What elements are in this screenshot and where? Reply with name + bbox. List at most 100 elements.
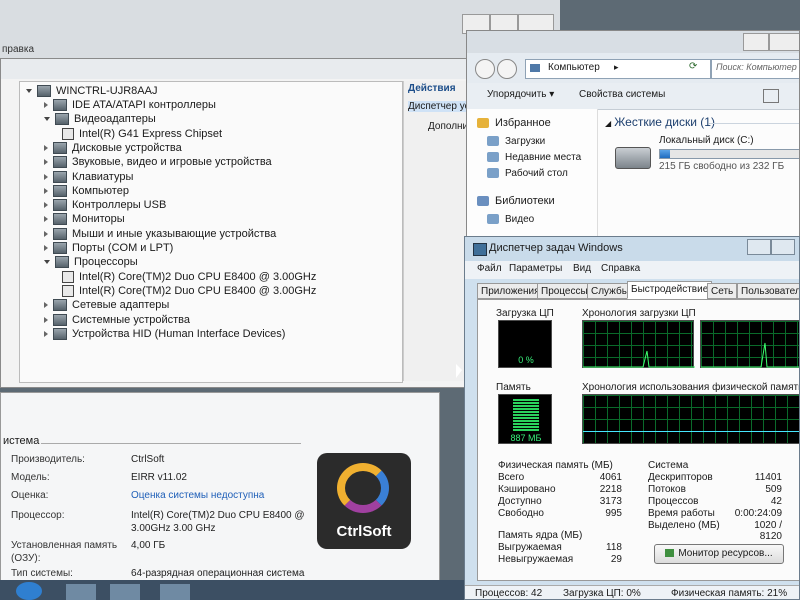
device-icon (55, 256, 69, 269)
tree-root[interactable]: WINCTRL-UJR8AAJ (26, 84, 157, 98)
expand-icon[interactable] (44, 173, 48, 180)
tab-processes[interactable]: Процессы (537, 283, 592, 299)
tab-services[interactable]: Службы (587, 283, 633, 299)
organize-button[interactable]: Упорядочить ▾ (487, 89, 554, 100)
assessment-link[interactable]: Оценка системы недоступна (131, 489, 307, 502)
memory-history-label: Хронология использования физической памя… (582, 382, 800, 393)
hard-drive-icon (615, 147, 651, 169)
system-row-label: Тип системы: (11, 568, 73, 579)
close-button[interactable] (769, 33, 799, 51)
system-properties-button[interactable]: Свойства системы (579, 89, 665, 100)
back-button[interactable] (475, 59, 495, 79)
collapse-icon[interactable] (44, 117, 50, 122)
forward-button[interactable] (497, 59, 517, 79)
search-input[interactable]: Поиск: Компьютер (711, 59, 799, 79)
expand-icon[interactable] (44, 216, 48, 223)
resource-monitor-label: Монитор ресурсов... (678, 548, 773, 559)
menu-file[interactable]: Файл (477, 263, 502, 274)
stat-label: Доступно (498, 496, 542, 507)
address-bar[interactable]: Компьютер ▸ (525, 59, 711, 79)
expand-icon[interactable] (44, 245, 48, 252)
expand-icon[interactable] (44, 159, 48, 166)
expand-icon[interactable] (44, 230, 48, 237)
tab-performance[interactable]: Быстродействие (627, 281, 713, 299)
collapse-icon[interactable] (26, 89, 32, 94)
disk-usage-fill (660, 150, 670, 158)
tab-users[interactable]: Пользователи (737, 283, 799, 299)
tab-applications[interactable]: Приложения (477, 283, 544, 299)
system-title: Система (648, 460, 689, 471)
memory-gauge: 887 МБ (498, 394, 552, 444)
computer-icon (37, 85, 51, 98)
minimize-button[interactable] (747, 239, 771, 255)
command-bar: Упорядочить ▾ Свойства системы (467, 83, 799, 110)
tree-item[interactable]: Мыши и иные указывающие устройства (44, 227, 276, 241)
tree-item[interactable]: Сетевые адаптеры (44, 298, 169, 312)
device-tree[interactable]: WINCTRL-UJR8AAJ IDE ATA/ATAPI контроллер… (19, 81, 403, 383)
tree-item[interactable]: Видеоадаптеры (44, 112, 156, 126)
tree-item[interactable]: IDE ATA/ATAPI контроллеры (44, 98, 216, 112)
tree-item[interactable]: Дисковые устройства (44, 141, 182, 155)
nav-item[interactable]: Библиотеки (477, 193, 555, 209)
disk-item[interactable]: Локальный диск (C:) 215 ГБ свободно из 2… (611, 135, 799, 179)
tree-item[interactable]: Контроллеры USB (44, 198, 166, 212)
menu-options[interactable]: Параметры (509, 263, 562, 274)
nav-item[interactable]: Рабочий стол (487, 165, 568, 181)
disk-free: 215 ГБ свободно из 232 ГБ (659, 161, 785, 172)
tree-item[interactable]: Intel(R) Core(TM)2 Duo CPU E8400 @ 3.00G… (62, 284, 316, 298)
nav-item[interactable]: Загрузки (487, 133, 545, 149)
menu-help[interactable]: Справка (601, 263, 640, 274)
tree-item[interactable]: Клавиатуры (44, 170, 133, 184)
cpu-usage-value: 0 % (518, 355, 534, 365)
tree-item[interactable]: Intel(R) Core(TM)2 Duo CPU E8400 @ 3.00G… (62, 270, 316, 284)
stat-label: Свободно (498, 508, 544, 519)
stat-label: Кэшировано (498, 484, 556, 495)
tree-item[interactable]: Звуковые, видео и игровые устройства (44, 155, 272, 169)
tree-item[interactable]: Intel(R) G41 Express Chipset (62, 127, 222, 141)
collapse-icon[interactable] (44, 260, 50, 265)
expand-icon[interactable] (44, 102, 48, 109)
tree-item[interactable]: Процессоры (44, 255, 138, 269)
device-manager-window: WINCTRL-UJR8AAJ IDE ATA/ATAPI контроллер… (0, 58, 472, 388)
tree-item[interactable]: Устройства HID (Human Interface Devices) (44, 327, 285, 341)
expand-icon[interactable] (44, 202, 48, 209)
expand-icon[interactable] (44, 144, 48, 151)
nav-item[interactable]: Недавние места (487, 149, 581, 165)
cpu-history-label: Хронология загрузки ЦП (582, 308, 696, 319)
tree-item-label: Системные устройства (72, 313, 191, 326)
tree-item[interactable]: Мониторы (44, 212, 125, 226)
taskbar-app-icon[interactable] (66, 584, 96, 600)
nav-item[interactable]: Избранное (477, 115, 551, 131)
expand-icon[interactable] (44, 302, 48, 309)
taskbar-app-icon-3[interactable] (160, 584, 190, 600)
refresh-button[interactable]: ⟳ (689, 61, 697, 72)
expand-icon[interactable] (44, 330, 48, 337)
folder-icon (487, 152, 499, 163)
start-button[interactable] (16, 582, 42, 600)
resource-monitor-button[interactable]: Монитор ресурсов... (654, 544, 784, 564)
tree-item-label: Звуковые, видео и игровые устройства (72, 156, 272, 169)
section-header[interactable]: ◢ Жесткие диски (1) (605, 115, 715, 129)
cpu-usage-label: Загрузка ЦП (496, 308, 554, 319)
action-device-manager[interactable]: Диспетчер ус (408, 101, 471, 112)
nav-item[interactable]: Видео (487, 211, 534, 227)
tree-item[interactable]: Порты (COM и LPT) (44, 241, 173, 255)
stat-value: 4061 (599, 472, 622, 483)
expand-icon[interactable] (44, 316, 48, 323)
cpu-history-graph-1 (582, 320, 695, 368)
section-divider (709, 123, 799, 124)
maximize-button[interactable] (743, 33, 769, 51)
menu-view[interactable]: Вид (573, 263, 591, 274)
tree-item-label: Мыши и иные указывающие устройства (72, 227, 277, 240)
tree-item[interactable]: Компьютер (44, 184, 129, 198)
memory-history-line (583, 431, 799, 432)
maximize-button[interactable] (771, 239, 795, 255)
expand-icon[interactable] (44, 187, 48, 194)
cpu-history-line-1 (583, 350, 695, 368)
tree-item-label: Intel(R) Core(TM)2 Duo CPU E8400 @ 3.00G… (79, 284, 317, 297)
tab-network[interactable]: Сеть (707, 283, 738, 299)
tree-item[interactable]: Системные устройства (44, 313, 190, 327)
action-more[interactable]: Дополни (428, 121, 468, 132)
taskbar-app-icon-2[interactable] (110, 584, 140, 600)
view-options-icon[interactable] (763, 89, 779, 103)
